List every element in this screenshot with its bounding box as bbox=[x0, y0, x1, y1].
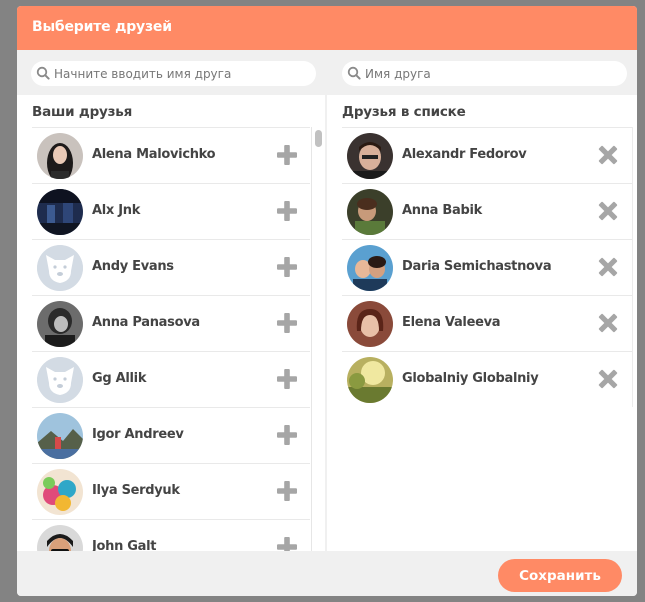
dialog-header: Выберите друзей bbox=[17, 6, 637, 50]
scrollbar-thumb[interactable] bbox=[315, 130, 322, 147]
friend-name: Elena Valeeva bbox=[402, 315, 501, 330]
friend-row[interactable]: Ilya Serdyuk bbox=[32, 463, 310, 519]
dialog-footer: Сохранить bbox=[17, 551, 637, 596]
remove-icon bbox=[597, 369, 619, 394]
friend-name: Ilya Serdyuk bbox=[92, 483, 180, 498]
dialog-title: Выберите друзей bbox=[32, 19, 172, 35]
avatar bbox=[37, 133, 83, 179]
plus-icon bbox=[276, 481, 298, 506]
friends-search-input[interactable] bbox=[54, 61, 311, 86]
friend-row[interactable]: Globalniy Globalniy bbox=[342, 351, 632, 407]
friend-row[interactable]: Gg Allik bbox=[32, 351, 310, 407]
friend-name: John Galt bbox=[92, 539, 157, 551]
friend-row[interactable]: Anna Panasova bbox=[32, 295, 310, 351]
select-friends-dialog: Выберите друзей Ваши друзья Alena Malovi… bbox=[17, 6, 637, 596]
friend-row[interactable]: Alexandr Fedorov bbox=[342, 127, 632, 183]
list-search-box[interactable] bbox=[342, 61, 627, 86]
add-friend-button[interactable] bbox=[276, 256, 298, 278]
avatar bbox=[37, 189, 83, 235]
remove-friend-button[interactable] bbox=[597, 368, 619, 390]
friend-row[interactable]: John Galt bbox=[32, 519, 310, 551]
list-friends-heading: Друзья в списке bbox=[342, 104, 466, 120]
remove-friend-button[interactable] bbox=[597, 256, 619, 278]
friend-row[interactable]: Anna Babik bbox=[342, 183, 632, 239]
avatar bbox=[37, 357, 83, 403]
your-friends-heading: Ваши друзья bbox=[32, 104, 133, 120]
remove-friend-button[interactable] bbox=[597, 144, 619, 166]
avatar bbox=[347, 301, 393, 347]
remove-friend-button[interactable] bbox=[597, 312, 619, 334]
friend-name: Andy Evans bbox=[92, 259, 174, 274]
your-friends-list: Alena Malovichko Alx Jnk Andy Evans Anna Pa… bbox=[32, 127, 310, 551]
add-friend-button[interactable] bbox=[276, 312, 298, 334]
add-friend-button[interactable] bbox=[276, 480, 298, 502]
search-icon bbox=[36, 66, 50, 80]
add-friend-button[interactable] bbox=[276, 424, 298, 446]
friend-row[interactable]: Alx Jnk bbox=[32, 183, 310, 239]
friends-scrollbar[interactable] bbox=[311, 127, 325, 551]
avatar bbox=[347, 189, 393, 235]
avatar bbox=[347, 245, 393, 291]
avatar bbox=[347, 133, 393, 179]
plus-icon bbox=[276, 201, 298, 226]
friend-name: Gg Allik bbox=[92, 371, 147, 386]
friend-row[interactable]: Igor Andreev bbox=[32, 407, 310, 463]
avatar bbox=[37, 245, 83, 291]
add-friend-button[interactable] bbox=[276, 200, 298, 222]
avatar bbox=[37, 469, 83, 515]
plus-icon bbox=[276, 537, 298, 551]
friend-name: Anna Babik bbox=[402, 203, 482, 218]
friend-name: Alena Malovichko bbox=[92, 147, 216, 162]
friend-name: Globalniy Globalniy bbox=[402, 371, 539, 386]
list-search-input[interactable] bbox=[365, 61, 622, 86]
plus-icon bbox=[276, 257, 298, 282]
avatar bbox=[347, 357, 393, 403]
remove-icon bbox=[597, 257, 619, 282]
friend-row[interactable]: Alena Malovichko bbox=[32, 127, 310, 183]
friends-search-box[interactable] bbox=[31, 61, 316, 86]
list-friends-column: Друзья в списке Alexandr Fedorov Anna Bab… bbox=[327, 95, 637, 551]
remove-icon bbox=[597, 313, 619, 338]
friend-row[interactable]: Elena Valeeva bbox=[342, 295, 632, 351]
avatar bbox=[37, 525, 83, 551]
save-button[interactable]: Сохранить bbox=[498, 559, 622, 592]
remove-icon bbox=[597, 145, 619, 170]
add-friend-button[interactable] bbox=[276, 144, 298, 166]
friend-row[interactable]: Daria Semichastnova bbox=[342, 239, 632, 295]
search-icon bbox=[347, 66, 361, 80]
plus-icon bbox=[276, 145, 298, 170]
plus-icon bbox=[276, 313, 298, 338]
remove-friend-button[interactable] bbox=[597, 200, 619, 222]
friend-name: Daria Semichastnova bbox=[402, 259, 552, 274]
remove-icon bbox=[597, 201, 619, 226]
friend-name: Alx Jnk bbox=[92, 203, 141, 218]
your-friends-column: Ваши друзья Alena Malovichko Alx Jnk Andy … bbox=[17, 95, 325, 551]
plus-icon bbox=[276, 369, 298, 394]
add-friend-button[interactable] bbox=[276, 368, 298, 390]
list-friends-list: Alexandr Fedorov Anna Babik Daria Semichas… bbox=[342, 127, 633, 407]
friend-name: Alexandr Fedorov bbox=[402, 147, 527, 162]
add-friend-button[interactable] bbox=[276, 536, 298, 551]
avatar bbox=[37, 301, 83, 347]
friend-row[interactable]: Andy Evans bbox=[32, 239, 310, 295]
plus-icon bbox=[276, 425, 298, 450]
friend-name: Anna Panasova bbox=[92, 315, 200, 330]
avatar bbox=[37, 413, 83, 459]
friend-name: Igor Andreev bbox=[92, 427, 184, 442]
